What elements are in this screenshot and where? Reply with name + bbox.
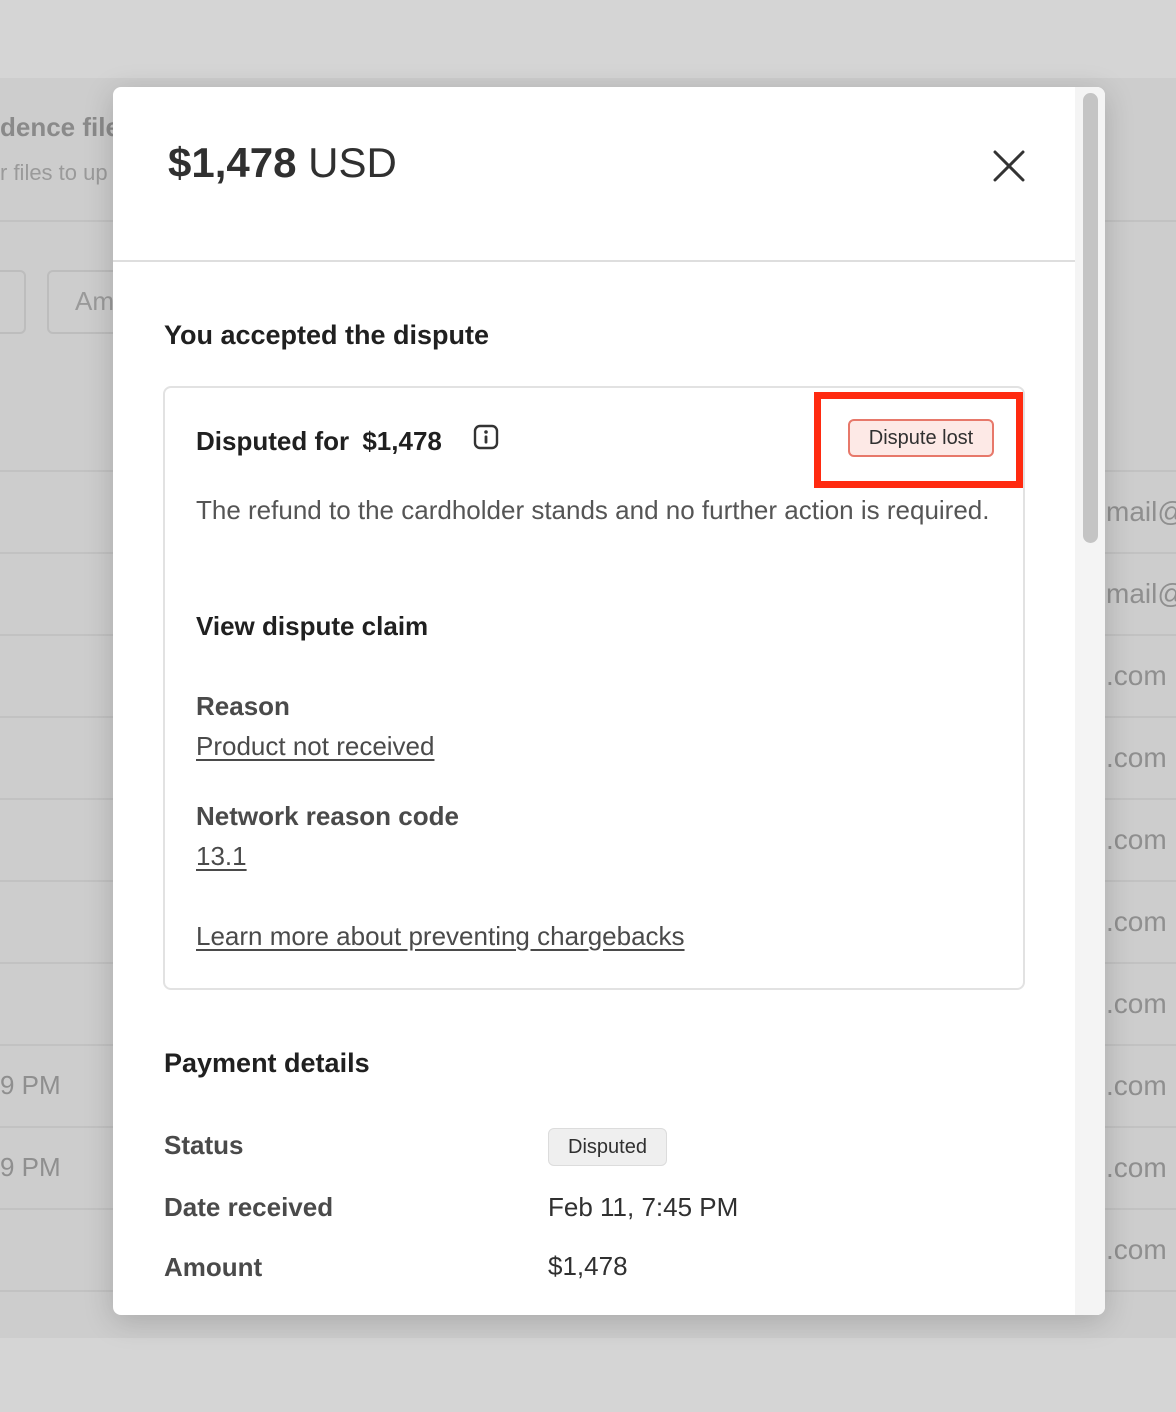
close-icon xyxy=(993,150,1025,182)
background-row-email: .com xyxy=(1106,1234,1167,1265)
payment-status-badge: Disputed xyxy=(548,1128,667,1166)
background-row-email: .com xyxy=(1106,660,1167,691)
background-row-email: mail@ xyxy=(1106,496,1176,527)
info-button[interactable] xyxy=(473,424,499,450)
dispute-description: The refund to the cardholder stands and … xyxy=(196,495,990,525)
background-row-email: .com xyxy=(1106,1070,1167,1101)
payment-details-heading: Payment details xyxy=(164,1048,370,1078)
dispute-card: Disputed for $1,478 Dispute lost The ref… xyxy=(163,386,1025,990)
view-dispute-claim-link[interactable]: View dispute claim xyxy=(196,611,428,642)
network-reason-code-label: Network reason code xyxy=(196,801,459,831)
modal-currency: USD xyxy=(308,139,397,186)
close-button[interactable] xyxy=(985,142,1033,190)
background-row-email: .com xyxy=(1106,988,1167,1019)
modal-title: $1,478 USD xyxy=(168,139,397,187)
background-filter-input xyxy=(0,270,26,334)
date-received-label: Date received xyxy=(164,1192,334,1222)
modal-header: $1,478 USD xyxy=(113,87,1075,262)
amount-value: $1,478 xyxy=(548,1251,628,1281)
amount-label: Amount xyxy=(164,1252,263,1282)
dispute-modal: $1,478 USD You accepted the dispute Disp… xyxy=(113,87,1105,1315)
background-row-email: .com xyxy=(1106,824,1167,855)
dispute-heading: You accepted the dispute xyxy=(164,320,490,350)
info-icon xyxy=(473,424,499,450)
learn-more-chargebacks-link[interactable]: Learn more about preventing chargebacks xyxy=(196,921,685,952)
disputed-for-title: Disputed for $1,478 xyxy=(196,426,442,457)
payment-status-label: Status xyxy=(164,1130,244,1160)
modal-amount: $1,478 xyxy=(168,139,297,186)
disputed-for-label: Disputed for xyxy=(196,426,350,456)
background-row-email: mail@ xyxy=(1106,578,1176,609)
background-header-title: dence file xyxy=(0,112,120,142)
background-row-time: 9 PM xyxy=(0,1070,61,1100)
scrollbar-thumb[interactable] xyxy=(1083,93,1098,543)
background-row-email: .com xyxy=(1106,1152,1167,1183)
network-reason-code-link[interactable]: 13.1 xyxy=(196,841,247,872)
disputed-for-amount: $1,478 xyxy=(362,426,442,456)
reason-label: Reason xyxy=(196,691,290,721)
background-header-subtitle: r files to up xyxy=(0,160,108,185)
background-row-email: .com xyxy=(1106,906,1167,937)
background-row-time: 9 PM xyxy=(0,1152,61,1182)
dispute-status-badge: Dispute lost xyxy=(848,419,994,457)
background-row-email: .com xyxy=(1106,742,1167,773)
reason-link[interactable]: Product not received xyxy=(196,731,434,762)
date-received-value: Feb 11, 7:45 PM xyxy=(548,1192,739,1222)
